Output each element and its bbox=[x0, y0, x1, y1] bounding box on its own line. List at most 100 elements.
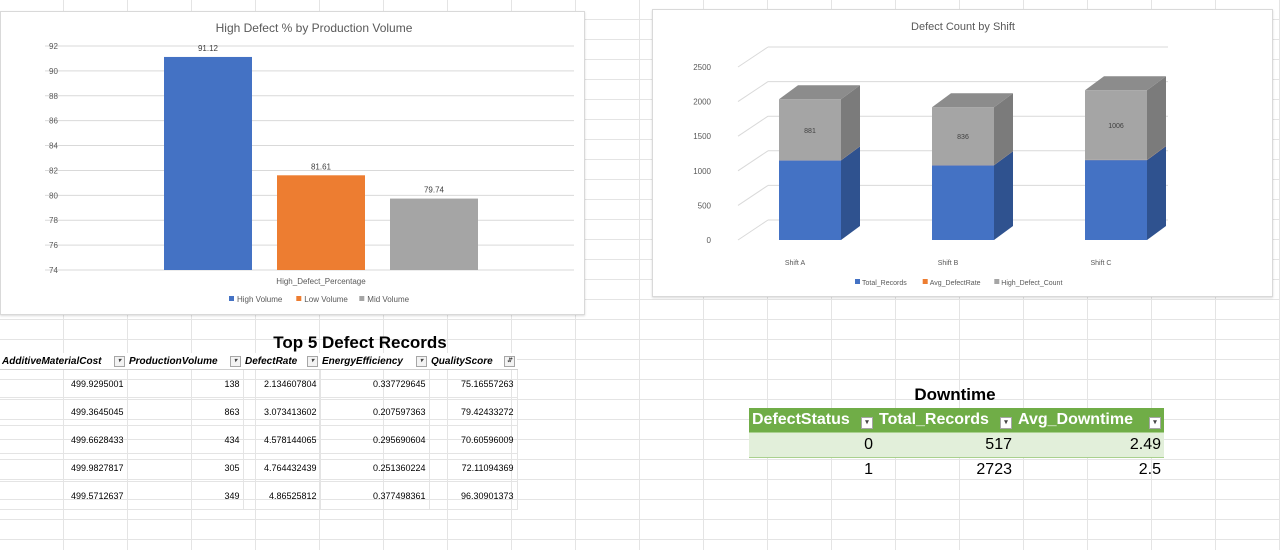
y-tick-label: 84 bbox=[49, 142, 58, 151]
table-row: 1 2723 2.5 bbox=[749, 458, 1164, 483]
sort-desc-filter-icon[interactable]: ⇵ bbox=[504, 356, 515, 367]
y-tick-label: 78 bbox=[49, 216, 58, 225]
header-label: Total_Records bbox=[879, 411, 989, 428]
y-tick-label: 74 bbox=[49, 266, 58, 275]
table-cell[interactable]: 0.207597363 bbox=[320, 397, 430, 426]
top5-header-qualityscore[interactable]: QualityScore ⇵ bbox=[429, 353, 517, 370]
table-cell[interactable]: 70.60596009 bbox=[429, 425, 518, 454]
legend-swatch bbox=[855, 279, 860, 284]
table-row: 499.9295001 138 2.134607804 0.337729645 75.1… bbox=[0, 369, 518, 398]
table-cell[interactable]: 0.377498361 bbox=[320, 481, 430, 510]
table-cell[interactable]: 349 bbox=[127, 481, 244, 510]
chart2-title: Defect Count by Shift bbox=[911, 21, 1015, 33]
bar-high-volume bbox=[164, 56, 252, 270]
table-cell[interactable]: 4.578144065 bbox=[243, 425, 321, 454]
x-category-label: Shift C bbox=[1090, 260, 1111, 267]
gridline-depth bbox=[737, 219, 769, 241]
bar-total-records-shift-b-side bbox=[994, 151, 1013, 240]
top5-header-energyefficiency[interactable]: EnergyEfficiency ▾ bbox=[320, 353, 429, 370]
table-cell[interactable]: 0 bbox=[749, 432, 876, 458]
filter-dropdown-icon[interactable]: ▾ bbox=[1149, 417, 1161, 429]
table-row: 0 517 2.49 bbox=[749, 432, 1164, 458]
filter-dropdown-icon[interactable]: ▾ bbox=[307, 356, 318, 367]
filter-dropdown-icon[interactable]: ▾ bbox=[861, 417, 873, 429]
chart1-title: High Defect % by Production Volume bbox=[216, 21, 413, 35]
bar-total-records-shift-a-side bbox=[841, 146, 860, 240]
gridline-depth bbox=[737, 81, 769, 103]
data-label: 881 bbox=[804, 128, 816, 135]
table-cell[interactable]: 0.337729645 bbox=[320, 369, 430, 398]
data-label: 81.61 bbox=[311, 162, 332, 171]
legend-label: Avg_DefectRate bbox=[930, 280, 981, 287]
bar-high-defect-count-shift-c-side bbox=[1147, 76, 1166, 160]
y-tick-label: 88 bbox=[49, 92, 58, 101]
legend-swatch bbox=[922, 279, 928, 284]
table-cell[interactable]: 0.251360224 bbox=[320, 453, 430, 482]
table-row: 499.3645045 863 3.073413602 0.207597363 79.4… bbox=[0, 397, 518, 426]
table-cell[interactable]: 517 bbox=[876, 432, 1015, 458]
y-tick-label: 1500 bbox=[693, 132, 711, 141]
y-tick-label: 86 bbox=[49, 117, 58, 126]
downtime-header-avg_downtime[interactable]: Avg_Downtime ▾ bbox=[1015, 408, 1164, 433]
table-row: 499.9827817 305 4.764432439 0.251360224 72.1… bbox=[0, 453, 518, 482]
legend-swatch bbox=[359, 296, 365, 301]
table-cell[interactable]: 499.3645045 bbox=[0, 397, 128, 426]
data-label: 836 bbox=[957, 134, 969, 141]
chart2-svg: Defect Count by Shift 0 500 1000 1500 2000 250… bbox=[693, 21, 1168, 287]
top5-header-productionvolume[interactable]: ProductionVolume ▾ bbox=[127, 353, 243, 370]
table-cell[interactable]: 4.764432439 bbox=[243, 453, 321, 482]
table-cell[interactable]: 305 bbox=[127, 453, 244, 482]
bar-total-records-shift-b bbox=[932, 165, 994, 240]
table-cell[interactable]: 4.86525812 bbox=[243, 481, 321, 510]
filter-dropdown-icon[interactable]: ▾ bbox=[1000, 417, 1012, 429]
downtime-header-defectstatus[interactable]: DefectStatus ▾ bbox=[749, 408, 876, 433]
top5-header-additivematerialcost[interactable]: AdditiveMaterialCost ▾ bbox=[0, 353, 127, 370]
gridline-depth bbox=[737, 115, 769, 137]
y-tick-label: 500 bbox=[698, 201, 712, 210]
table-cell[interactable]: 75.16557263 bbox=[429, 369, 518, 398]
table-cell[interactable]: 2.49 bbox=[1015, 432, 1164, 458]
legend-swatch bbox=[994, 279, 1000, 284]
bar-low-volume bbox=[277, 175, 365, 270]
table-cell[interactable]: 434 bbox=[127, 425, 244, 454]
table-cell[interactable]: 499.9827817 bbox=[0, 453, 128, 482]
table-cell[interactable]: 499.5712637 bbox=[0, 481, 128, 510]
top5-table[interactable]: AdditiveMaterialCost ▾ ProductionVolume ▾ De… bbox=[0, 353, 518, 510]
x-category-label: High_Defect_Percentage bbox=[276, 277, 366, 286]
chart-high-defect-by-volume[interactable]: High Defect % by Production Volume 92 90 88… bbox=[0, 11, 585, 315]
gridline-depth bbox=[737, 46, 769, 68]
downtime-table[interactable]: DefectStatus ▾ Total_Records ▾ Avg_Downtime ▾… bbox=[749, 408, 1164, 482]
table-row: 499.6628433 434 4.578144065 0.295690604 70.6… bbox=[0, 425, 518, 454]
table-cell[interactable]: 499.9295001 bbox=[0, 369, 128, 398]
table-cell[interactable]: 499.6628433 bbox=[0, 425, 128, 454]
filter-dropdown-icon[interactable]: ▾ bbox=[416, 356, 427, 367]
table-cell[interactable]: 2.5 bbox=[1015, 458, 1164, 483]
table-cell[interactable]: 863 bbox=[127, 397, 244, 426]
legend-swatch bbox=[229, 296, 234, 301]
filter-dropdown-icon[interactable]: ▾ bbox=[114, 356, 125, 367]
table-cell[interactable]: 2.134607804 bbox=[243, 369, 321, 398]
legend-label: Low Volume bbox=[304, 295, 348, 304]
gridline-depth bbox=[737, 150, 769, 172]
table-cell[interactable]: 2723 bbox=[876, 458, 1015, 483]
table-cell[interactable]: 0.295690604 bbox=[320, 425, 430, 454]
table-cell[interactable]: 1 bbox=[749, 458, 876, 483]
table-cell[interactable]: 72.11094369 bbox=[429, 453, 518, 482]
y-tick-label: 92 bbox=[49, 42, 58, 51]
chart-defect-count-by-shift[interactable]: Defect Count by Shift 0 500 1000 1500 2000 250… bbox=[652, 9, 1273, 297]
downtime-header-total_records[interactable]: Total_Records ▾ bbox=[876, 408, 1015, 433]
data-label: 79.74 bbox=[424, 186, 445, 195]
y-tick-label: 2500 bbox=[693, 63, 711, 72]
header-label: DefectStatus bbox=[752, 411, 850, 428]
table-cell[interactable]: 138 bbox=[127, 369, 244, 398]
y-tick-label: 80 bbox=[49, 191, 58, 200]
top5-title: Top 5 Defect Records bbox=[273, 333, 447, 352]
table-cell[interactable]: 3.073413602 bbox=[243, 397, 321, 426]
header-label: AdditiveMaterialCost bbox=[2, 355, 102, 367]
y-tick-label: 0 bbox=[707, 236, 712, 245]
filter-dropdown-icon[interactable]: ▾ bbox=[230, 356, 241, 367]
bar-total-records-shift-c-side bbox=[1147, 146, 1166, 240]
table-cell[interactable]: 79.42433272 bbox=[429, 397, 518, 426]
top5-header-defectrate[interactable]: DefectRate ▾ bbox=[243, 353, 320, 370]
table-cell[interactable]: 96.30901373 bbox=[429, 481, 518, 510]
